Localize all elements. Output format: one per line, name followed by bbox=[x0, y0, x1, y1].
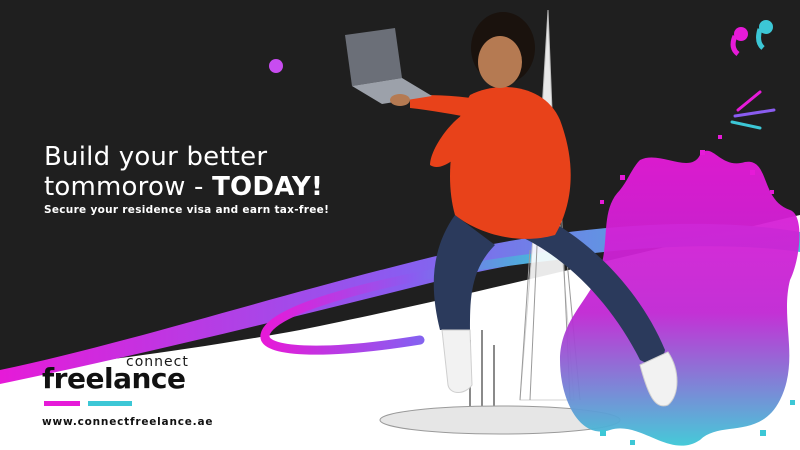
headline-emphasis: TODAY! bbox=[212, 172, 324, 202]
headline-line-1: Build your better bbox=[44, 142, 268, 172]
website-url: www.connectfreelance.ae bbox=[42, 416, 214, 428]
logo-cyan-bar bbox=[88, 401, 132, 406]
banner: Build your better tommorow - TODAY! Secu… bbox=[0, 0, 800, 450]
accent-dot bbox=[269, 59, 283, 73]
brand-logo: connect freelance bbox=[42, 352, 212, 412]
headline: Build your better tommorow - TODAY! bbox=[44, 142, 323, 202]
logo-pink-bar bbox=[44, 401, 80, 406]
subheadline: Secure your residence visa and earn tax-… bbox=[44, 204, 330, 216]
headline-line-2-prefix: tommorow - bbox=[44, 172, 213, 202]
headline-line-2: tommorow - TODAY! bbox=[44, 172, 323, 202]
logo-big-word: freelance bbox=[42, 362, 186, 395]
